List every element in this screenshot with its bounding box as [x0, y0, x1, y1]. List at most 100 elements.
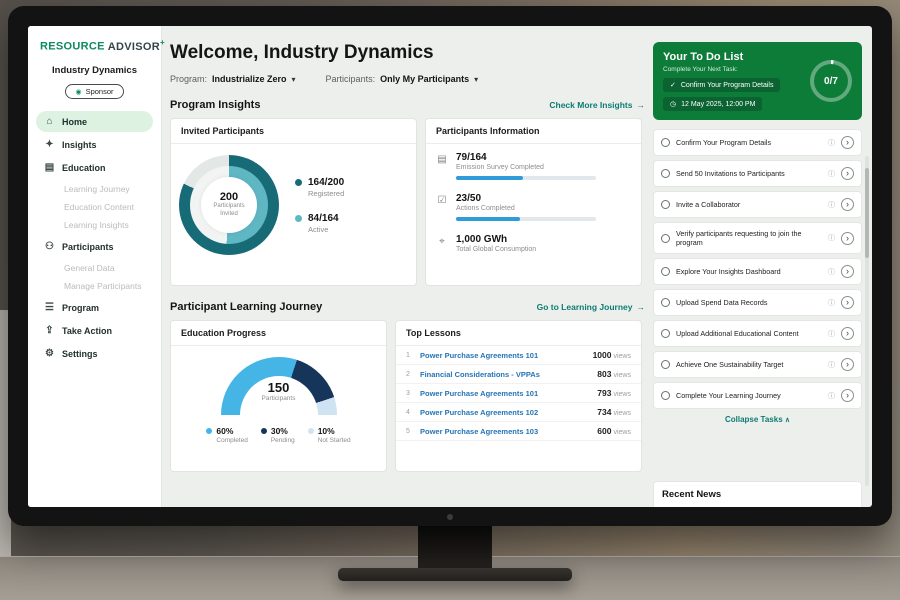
- sidebar-item[interactable]: ⚇ Participants: [36, 236, 153, 257]
- screen: RESOURCEADVISOR+ Industry Dynamics ◉Spon…: [28, 26, 872, 507]
- chevron-right-button[interactable]: ›: [841, 167, 854, 180]
- task-checkbox[interactable]: [661, 329, 670, 338]
- task-checkbox[interactable]: [661, 391, 670, 400]
- lesson-views: 734views: [597, 407, 631, 417]
- task-row[interactable]: Upload Additional Educational Content ⓘ …: [653, 320, 862, 347]
- sidebar-item[interactable]: Manage Participants: [36, 277, 153, 295]
- legend-label: Completed: [216, 437, 247, 444]
- participants-information-card: Participants Information ▤ 79/164 Emissi…: [425, 118, 642, 286]
- todo-progress-wrap: 0/7: [810, 51, 852, 111]
- sidebar-item[interactable]: General Data: [36, 259, 153, 277]
- invited-participants-card: Invited Participants 200 Participants In…: [170, 118, 417, 286]
- filter-dropdown[interactable]: Program: Industrialize Zero ▾: [170, 74, 296, 84]
- logo-resource: RESOURCE: [40, 41, 105, 53]
- lesson-views-count: 600: [597, 426, 611, 436]
- sidebar-item[interactable]: ⚙ Settings: [36, 343, 153, 364]
- sidebar-item-label: Learning Journey: [64, 184, 130, 194]
- recent-news-header[interactable]: Recent News: [653, 481, 862, 507]
- lesson-link[interactable]: Power Purchase Agreements 101: [420, 351, 587, 360]
- sidebar-item[interactable]: Education Content: [36, 198, 153, 216]
- lesson-link[interactable]: Power Purchase Agreements 101: [420, 389, 591, 398]
- monitor-bezel: RESOURCEADVISOR+ Industry Dynamics ◉Spon…: [8, 6, 892, 526]
- chevron-right-button[interactable]: ›: [841, 232, 854, 245]
- task-row[interactable]: Achieve One Sustainability Target ⓘ ›: [653, 351, 862, 378]
- nav-icon: ⚇: [44, 241, 55, 252]
- legend-item: 60% Completed: [206, 426, 247, 444]
- chevron-right-button[interactable]: ›: [841, 265, 854, 278]
- chevron-right-button[interactable]: ›: [841, 327, 854, 340]
- todo-title: Your To Do List: [663, 51, 802, 63]
- sidebar-item-label: Learning Insights: [64, 220, 129, 230]
- task-label: Upload Spend Data Records: [676, 298, 822, 307]
- go-to-learning-journey-link[interactable]: Go to Learning Journey→: [537, 302, 645, 312]
- lesson-link[interactable]: Power Purchase Agreements 103: [420, 427, 591, 436]
- donut-center-label: Participants Invited: [207, 203, 251, 219]
- gauge-center: 150 Participants: [221, 380, 337, 402]
- lesson-views: 793views: [597, 388, 631, 398]
- lesson-rank: 2: [406, 371, 414, 378]
- chevron-right-button[interactable]: ›: [841, 198, 854, 211]
- chevron-right-button[interactable]: ›: [841, 358, 854, 371]
- donut-center: 200 Participants Invited: [201, 177, 257, 233]
- sidebar-item[interactable]: ☰ Program: [36, 297, 153, 318]
- info-icon: ⓘ: [828, 298, 835, 308]
- chevron-right-button[interactable]: ›: [841, 296, 854, 309]
- task-checkbox[interactable]: [661, 360, 670, 369]
- task-row[interactable]: Upload Spend Data Records ⓘ ›: [653, 289, 862, 316]
- sidebar-item[interactable]: Learning Insights: [36, 216, 153, 234]
- lesson-rank: 4: [406, 409, 414, 416]
- task-row[interactable]: Send 50 Invitations to Participants ⓘ ›: [653, 160, 862, 187]
- task-checkbox[interactable]: [661, 267, 670, 276]
- filter-dropdown[interactable]: Participants: Only My Participants ▾: [326, 74, 479, 84]
- top-lessons-card: Top Lessons 1 Power Purchase Agreements …: [395, 320, 642, 472]
- lesson-rank: 1: [406, 352, 414, 359]
- lesson-link[interactable]: Financial Considerations - VPPAs: [420, 370, 591, 379]
- info-rows: ▤ 79/164 Emission Survey Completed: [426, 144, 641, 258]
- info-icon: ⓘ: [828, 391, 835, 401]
- info-icon: ⓘ: [828, 200, 835, 210]
- task-row[interactable]: Explore Your Insights Dashboard ⓘ ›: [653, 258, 862, 285]
- task-row[interactable]: Invite a Collaborator ⓘ ›: [653, 191, 862, 218]
- check-more-insights-link[interactable]: Check More Insights→: [549, 100, 645, 110]
- task-row[interactable]: Confirm Your Program Details ⓘ ›: [653, 129, 862, 156]
- logo-advisor: ADVISOR: [108, 41, 160, 53]
- sidebar-item-label: Take Action: [62, 326, 112, 336]
- learning-journey-header: Participant Learning Journey Go to Learn…: [170, 301, 645, 313]
- scrollbar-thumb[interactable]: [865, 168, 869, 258]
- sidebar-item[interactable]: ⌂ Home: [36, 111, 153, 132]
- legend-label: Not Started: [318, 437, 351, 444]
- sponsor-label: Sponsor: [86, 87, 114, 96]
- monitor-stand-base: [338, 568, 572, 581]
- lesson-views-label: views: [613, 429, 631, 436]
- lesson-views: 803views: [597, 369, 631, 379]
- chevron-right-button[interactable]: ›: [841, 136, 854, 149]
- task-row[interactable]: Complete Your Learning Journey ⓘ ›: [653, 382, 862, 409]
- sidebar-item[interactable]: ⇪ Take Action: [36, 320, 153, 341]
- lesson-link[interactable]: Power Purchase Agreements 102: [420, 408, 591, 417]
- task-checkbox[interactable]: [661, 138, 670, 147]
- sidebar-item[interactable]: ✦ Insights: [36, 134, 153, 155]
- task-row[interactable]: Verify participants requesting to join t…: [653, 222, 862, 254]
- task-checkbox[interactable]: [661, 234, 670, 243]
- task-checkbox[interactable]: [661, 200, 670, 209]
- education-progress-card: Education Progress 150 Participants: [170, 320, 387, 472]
- sponsor-icon: ◉: [75, 88, 81, 96]
- sidebar-item[interactable]: ▤ Education: [36, 157, 153, 178]
- filter-value: Only My Participants: [380, 74, 469, 84]
- next-task-pill[interactable]: ✓Confirm Your Program Details: [663, 78, 780, 92]
- task-checkbox[interactable]: [661, 298, 670, 307]
- sidebar-item-label: Manage Participants: [64, 281, 142, 291]
- collapse-label: Collapse Tasks: [725, 415, 783, 424]
- sidebar-item-label: Home: [62, 117, 87, 127]
- chevron-right-button[interactable]: ›: [841, 389, 854, 402]
- sidebar-item[interactable]: Learning Journey: [36, 180, 153, 198]
- task-checkbox[interactable]: [661, 169, 670, 178]
- progress-bar-fill: [456, 176, 523, 180]
- info-row-icon: ☑: [436, 195, 448, 221]
- scrollbar[interactable]: [865, 156, 869, 486]
- invited-card-body: 200 Participants Invited 164/200: [171, 144, 416, 266]
- info-row-icon: ▤: [436, 154, 448, 180]
- filter-bar: Program: Industrialize Zero ▾ Participan…: [170, 74, 645, 84]
- collapse-tasks-link[interactable]: Collapse Tasks ∧: [653, 415, 862, 424]
- sponsor-badge: ◉ Sponsor: [65, 84, 123, 99]
